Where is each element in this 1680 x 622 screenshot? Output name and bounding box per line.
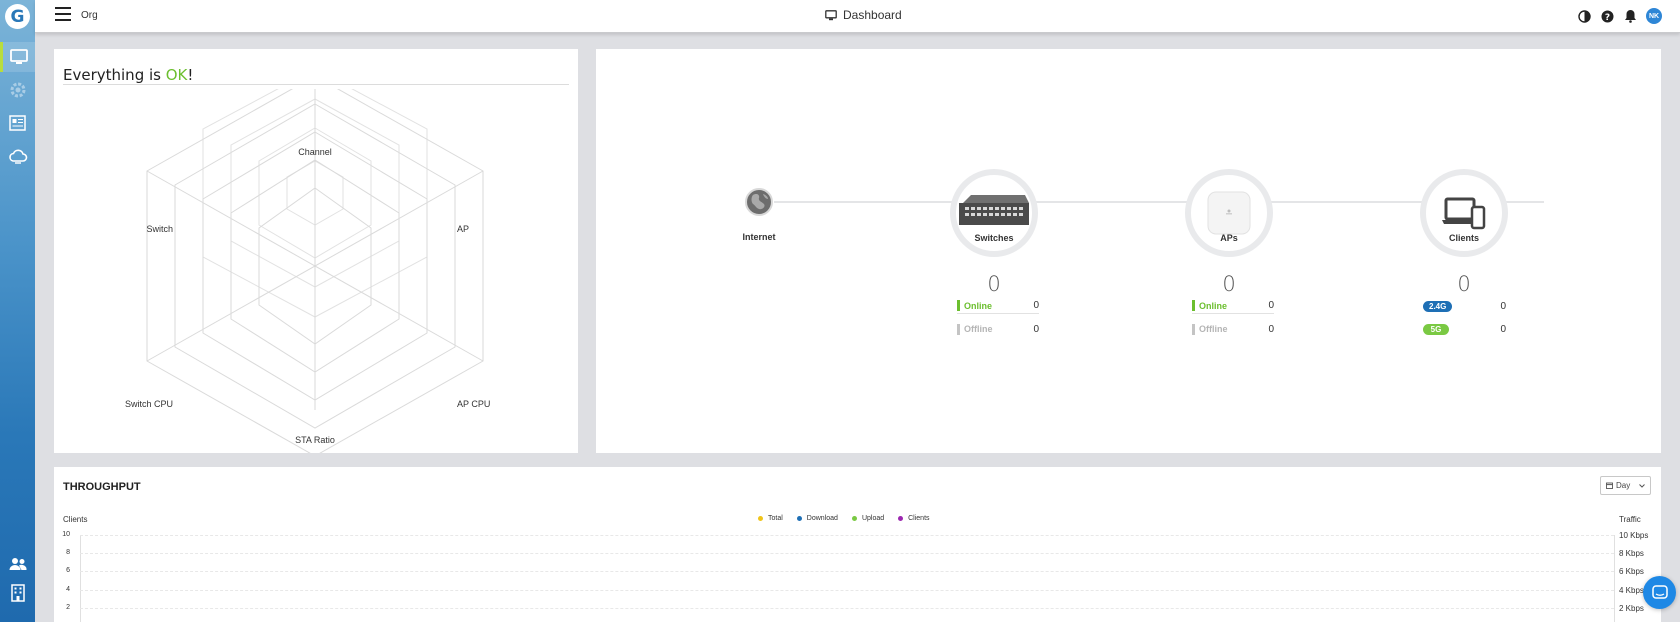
switches-offline-row: Offline 0 bbox=[957, 321, 1039, 337]
grid-line bbox=[80, 535, 1614, 536]
radar-axis-switch-cpu: Switch CPU bbox=[125, 399, 173, 409]
clients-devices-icon bbox=[1420, 169, 1508, 257]
switches-online-row: Online 0 bbox=[957, 298, 1039, 314]
health-radar-chart: Channel AP AP CPU STA Ratio Switch CPU S… bbox=[125, 89, 490, 453]
status-card: Everything is OK! Channel AP AP CPU STA … bbox=[54, 49, 578, 453]
band-24g-badge: 2.4G bbox=[1423, 300, 1453, 312]
left-axis-title: Clients bbox=[63, 515, 88, 524]
left-tick: 6 bbox=[66, 567, 70, 574]
sidebar-item-reports[interactable] bbox=[0, 108, 35, 138]
legend-download[interactable]: Download bbox=[796, 515, 838, 522]
help-icon[interactable]: ? bbox=[1600, 9, 1615, 24]
right-axis-title: Traffic bbox=[1619, 515, 1641, 524]
switch-device-icon bbox=[950, 169, 1038, 257]
bell-icon[interactable] bbox=[1623, 9, 1638, 24]
cloud-icon bbox=[8, 149, 27, 164]
org-selector[interactable]: Org bbox=[81, 10, 98, 21]
radar-axis-ap-cpu: AP CPU bbox=[457, 399, 490, 409]
sidebar-item-settings[interactable] bbox=[0, 75, 35, 105]
legend-upload[interactable]: Upload bbox=[851, 515, 884, 522]
theme-toggle-icon[interactable] bbox=[1577, 9, 1592, 24]
sidebar-item-cloud[interactable] bbox=[0, 141, 35, 171]
internet-globe-icon[interactable] bbox=[744, 187, 774, 217]
switches-count: 0 bbox=[987, 272, 1001, 296]
switches-label: Switches bbox=[974, 233, 1014, 243]
app-logo[interactable]: G bbox=[5, 4, 30, 29]
top-actions: ? NK bbox=[1577, 8, 1662, 24]
topology-card: Internet Switches 0 Online 0 Offline 0 APs… bbox=[596, 49, 1661, 453]
legend-total[interactable]: Total bbox=[758, 515, 783, 522]
chat-support-button[interactable] bbox=[1643, 576, 1676, 609]
throughput-card: THROUGHPUT Day Clients Traffic Total Dow… bbox=[54, 467, 1661, 622]
chat-icon bbox=[1651, 584, 1668, 599]
right-axis-line bbox=[1614, 535, 1615, 622]
monitor-icon bbox=[825, 9, 837, 20]
aps-node[interactable]: APs bbox=[1184, 169, 1274, 257]
time-range-value: Day bbox=[1616, 481, 1631, 490]
grid-line bbox=[80, 553, 1614, 554]
left-tick: 4 bbox=[66, 586, 70, 593]
users-icon bbox=[9, 558, 27, 570]
grid-line bbox=[80, 571, 1614, 572]
clients-24g-row: 2.4G 0 bbox=[1423, 298, 1506, 314]
chart-legend: Total Download Upload Clients bbox=[758, 515, 930, 522]
report-icon bbox=[9, 115, 26, 131]
sidebar-item-organization[interactable] bbox=[0, 578, 35, 608]
aps-online-row: Online 0 bbox=[1192, 298, 1274, 314]
svg-text:?: ? bbox=[1605, 13, 1610, 23]
left-tick: 2 bbox=[66, 604, 70, 611]
right-tick: 8 Kbps bbox=[1619, 549, 1644, 558]
right-tick: 2 Kbps bbox=[1619, 604, 1644, 613]
aps-offline-row: Offline 0 bbox=[1192, 321, 1274, 337]
radar-axis-switch: Switch bbox=[146, 224, 173, 234]
left-tick: 10 bbox=[62, 531, 70, 538]
gear-icon bbox=[10, 82, 25, 98]
time-range-dropdown[interactable]: Day bbox=[1600, 476, 1651, 495]
right-tick: 10 Kbps bbox=[1619, 531, 1649, 540]
sidebar-item-users[interactable] bbox=[0, 549, 35, 579]
page-title-group: Dashboard bbox=[825, 8, 902, 22]
radar-axis-channel: Channel bbox=[298, 147, 332, 157]
grid-line bbox=[80, 608, 1614, 609]
calendar-icon bbox=[1606, 482, 1613, 489]
aps-count: 0 bbox=[1222, 272, 1236, 296]
right-tick: 4 Kbps bbox=[1619, 586, 1644, 595]
clients-count: 0 bbox=[1457, 272, 1471, 296]
sidebar: G bbox=[0, 0, 35, 622]
avatar[interactable]: NK bbox=[1646, 8, 1662, 24]
radar-axis-ap: AP bbox=[457, 224, 469, 234]
radar-axis-sta-ratio: STA Ratio bbox=[295, 435, 335, 445]
chevron-down-icon bbox=[1639, 483, 1645, 488]
switches-node[interactable]: Switches bbox=[949, 169, 1039, 257]
clients-node[interactable]: Clients bbox=[1419, 169, 1509, 257]
aps-label: APs bbox=[1220, 233, 1238, 243]
grid-line bbox=[80, 590, 1614, 591]
status-title: Everything is OK! bbox=[63, 66, 194, 84]
access-point-icon bbox=[1185, 169, 1273, 257]
clients-label: Clients bbox=[1448, 233, 1479, 243]
page-title: Dashboard bbox=[843, 8, 902, 22]
monitor-icon bbox=[10, 49, 28, 64]
sidebar-item-dashboard[interactable] bbox=[0, 42, 35, 72]
throughput-title: THROUGHPUT bbox=[63, 481, 141, 493]
band-5g-badge: 5G bbox=[1423, 323, 1449, 335]
internet-label: Internet bbox=[742, 232, 776, 242]
menu-toggle-icon[interactable] bbox=[55, 7, 71, 21]
clients-5g-row: 5G 0 bbox=[1423, 321, 1506, 337]
left-tick: 8 bbox=[66, 549, 70, 556]
building-icon bbox=[10, 584, 25, 602]
right-tick: 6 Kbps bbox=[1619, 567, 1644, 576]
legend-clients[interactable]: Clients bbox=[898, 515, 930, 522]
top-bar: Org Dashboard ? NK bbox=[35, 0, 1680, 33]
title-divider bbox=[63, 84, 569, 85]
